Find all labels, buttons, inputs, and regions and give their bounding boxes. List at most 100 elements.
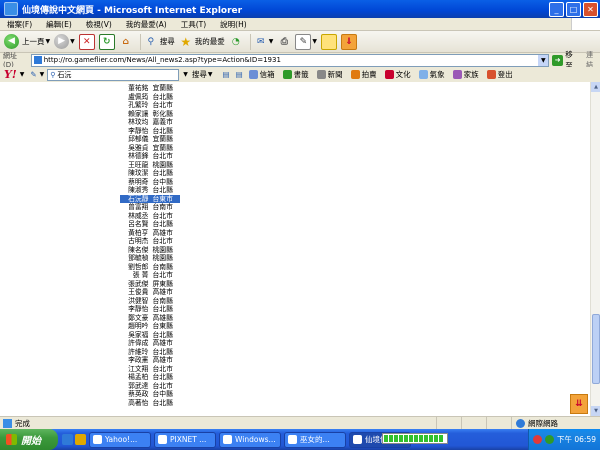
chevron-down-icon[interactable]: ▼	[20, 71, 25, 78]
list-item[interactable]: 賴家讓 彰化縣	[120, 110, 180, 119]
list-item[interactable]: 陳玟潔 台北縣	[120, 169, 180, 178]
chevron-down-icon[interactable]: ▼	[183, 71, 188, 78]
yahoo-auction[interactable]: 拍賣	[350, 69, 377, 80]
discuss-button[interactable]	[321, 33, 337, 50]
list-item[interactable]: 吳雅貞 宜蘭縣	[120, 144, 180, 153]
menu-edit[interactable]: 編輯(E)	[39, 19, 79, 30]
menu-view[interactable]: 檢視(V)	[79, 19, 119, 30]
mail-button[interactable]: ✉ ▼	[254, 35, 273, 49]
list-item[interactable]: 洪健智 台南縣	[120, 297, 180, 306]
yahoo-search-button[interactable]: 搜尋 ▼	[192, 69, 213, 80]
start-button[interactable]: 開始	[0, 429, 58, 450]
city-cell: 台北縣	[152, 220, 173, 228]
address-input[interactable]: http://ro.gameflier.com/News/All_news2.a…	[30, 53, 550, 67]
print-button[interactable]: ⎙	[277, 35, 291, 49]
list-item[interactable]: 蔡英政 台中縣	[120, 390, 180, 399]
list-item[interactable]: 許維玲 台北縣	[120, 348, 180, 357]
list-item[interactable]: 李靜怡 台北縣	[120, 127, 180, 136]
list-item[interactable]: 高著怡 台北縣	[120, 399, 180, 408]
yahoo-culture[interactable]: 文化	[384, 69, 411, 80]
list-item[interactable]: 古明杰 台北市	[120, 237, 180, 246]
list-item-selected[interactable]: 石沅靜 台東市	[120, 194, 180, 203]
yahoo-logo[interactable]: Y!	[4, 68, 17, 81]
list-item[interactable]: 林玟均 嘉義市	[120, 118, 180, 127]
yahoo-search-input[interactable]: ⚲ 石沅	[47, 68, 180, 81]
yahoo-mail[interactable]: 信箱	[248, 69, 275, 80]
tray-icon[interactable]	[545, 435, 554, 444]
minimize-button[interactable]: _	[549, 2, 564, 17]
chevron-down-icon: ▼	[207, 71, 213, 78]
yahoo-bookmarks[interactable]: 書籤	[282, 69, 309, 80]
menu-file[interactable]: 檔案(F)	[0, 19, 39, 30]
list-item[interactable]: 陳淑秀 台北縣	[120, 186, 180, 195]
taskbar-item[interactable]: 巫女的...	[284, 431, 346, 448]
city-cell: 屏東縣	[152, 279, 173, 288]
list-item[interactable]: 盧佩筠 台北縣	[120, 93, 180, 102]
yahoo-groups[interactable]: 家族	[452, 69, 479, 80]
layout-icon[interactable]: ▤	[222, 70, 229, 79]
list-item[interactable]: 王俊貴 高雄市	[120, 288, 180, 297]
list-item[interactable]: 李靜怡 台北縣	[120, 305, 180, 314]
refresh-button[interactable]: ↻	[98, 33, 115, 50]
pencil-icon[interactable]: ✎	[30, 70, 36, 79]
taskbar-item[interactable]: Yahoo!...	[89, 431, 151, 448]
scrollbar-thumb[interactable]	[592, 314, 600, 384]
list-item[interactable]: 楊孟柏 台北縣	[120, 373, 180, 382]
list-item[interactable]: 吳家福 台北縣	[120, 331, 180, 340]
scroll-down-arrow-icon[interactable]: ▼	[591, 406, 600, 416]
maximize-button[interactable]: □	[566, 2, 581, 17]
scroll-up-arrow-icon[interactable]: ▲	[591, 82, 600, 92]
tray-icon[interactable]	[533, 435, 542, 444]
list-item[interactable]: 許偉成 高雄市	[120, 339, 180, 348]
taskbar-item[interactable]: Windows...	[219, 431, 281, 448]
list-item[interactable]: 趙明吟 台東縣	[120, 322, 180, 331]
favorites-button[interactable]: ★ 我的最愛	[179, 35, 224, 49]
name-cell: 張 菁	[132, 271, 149, 279]
yahoo-signout[interactable]: 登出	[486, 69, 513, 80]
list-item[interactable]: 王旺龍 桃園縣	[120, 161, 180, 170]
list-item[interactable]: 蔡明奇 台中縣	[120, 178, 180, 187]
menu-help[interactable]: 說明(H)	[213, 19, 254, 30]
list-item[interactable]: 張 菁台北市	[120, 271, 180, 280]
home-button[interactable]: ⌂	[119, 35, 133, 49]
chevron-down-icon[interactable]: ▼	[538, 54, 549, 66]
title-bar[interactable]: 仙境傳說中文網頁 - Microsoft Internet Explorer _…	[0, 0, 600, 18]
list-item[interactable]: 江文翔 台北市	[120, 365, 180, 374]
forward-button[interactable]: ▶ ▼	[54, 34, 75, 49]
folder-icon[interactable]	[75, 434, 86, 445]
edit-button[interactable]: ✎ ▼	[295, 33, 317, 50]
list-item[interactable]: 林威丞 台北市	[120, 212, 180, 221]
menu-favorites[interactable]: 我的最愛(A)	[119, 19, 174, 30]
taskbar-item[interactable]: PIXNET ...	[154, 431, 216, 448]
search-button[interactable]: ⚲ 搜尋	[144, 35, 174, 49]
list-item[interactable]: 郭武達 台北市	[120, 382, 180, 391]
menu-tools[interactable]: 工具(T)	[174, 19, 213, 30]
list-item[interactable]: 董祐銘 宜蘭縣	[120, 84, 180, 93]
list-item[interactable]: 劉哲郎 台南縣	[120, 263, 180, 272]
list-item[interactable]: 邱郁儀 宜蘭縣	[120, 135, 180, 144]
yahoo-weather[interactable]: 氣象	[418, 69, 445, 80]
list-item[interactable]: 陳名傑 桃園縣	[120, 246, 180, 255]
history-button[interactable]: ◔	[229, 35, 243, 49]
chevron-down-icon[interactable]: ▼	[40, 71, 45, 78]
messenger-button[interactable]: ⇓	[341, 33, 357, 50]
yahoo-news[interactable]: 新聞	[316, 69, 343, 80]
scroll-top-button[interactable]: ⇊	[570, 394, 588, 414]
list-item[interactable]: 李政憲 高雄市	[120, 356, 180, 365]
highlight-icon[interactable]: ▤	[236, 70, 243, 79]
list-item[interactable]: 鄭文豪 高雄縣	[120, 314, 180, 323]
list-item[interactable]: 鄧毓楨 桃園縣	[120, 254, 180, 263]
list-item[interactable]: 林德鋒 台北市	[120, 152, 180, 161]
list-item[interactable]: 張武傑 屏東縣	[120, 280, 180, 289]
back-button[interactable]: ◀ 上一頁 ▼	[4, 34, 50, 49]
close-button[interactable]: ✕	[583, 2, 598, 17]
list-item[interactable]: 呂名賢 台北縣	[120, 220, 180, 229]
list-item[interactable]: 曾富翔 台南市	[120, 203, 180, 212]
list-item[interactable]: 黃柏亨 高雄市	[120, 229, 180, 238]
zone-label: 網際網路	[528, 419, 558, 428]
clock[interactable]: 下午 06:59	[557, 434, 596, 445]
list-item[interactable]: 孔繁玲 台北市	[120, 101, 180, 110]
ie-icon[interactable]	[62, 434, 73, 445]
vertical-scrollbar[interactable]: ▲ ▼	[590, 82, 600, 416]
stop-button[interactable]: ✕	[78, 33, 95, 50]
